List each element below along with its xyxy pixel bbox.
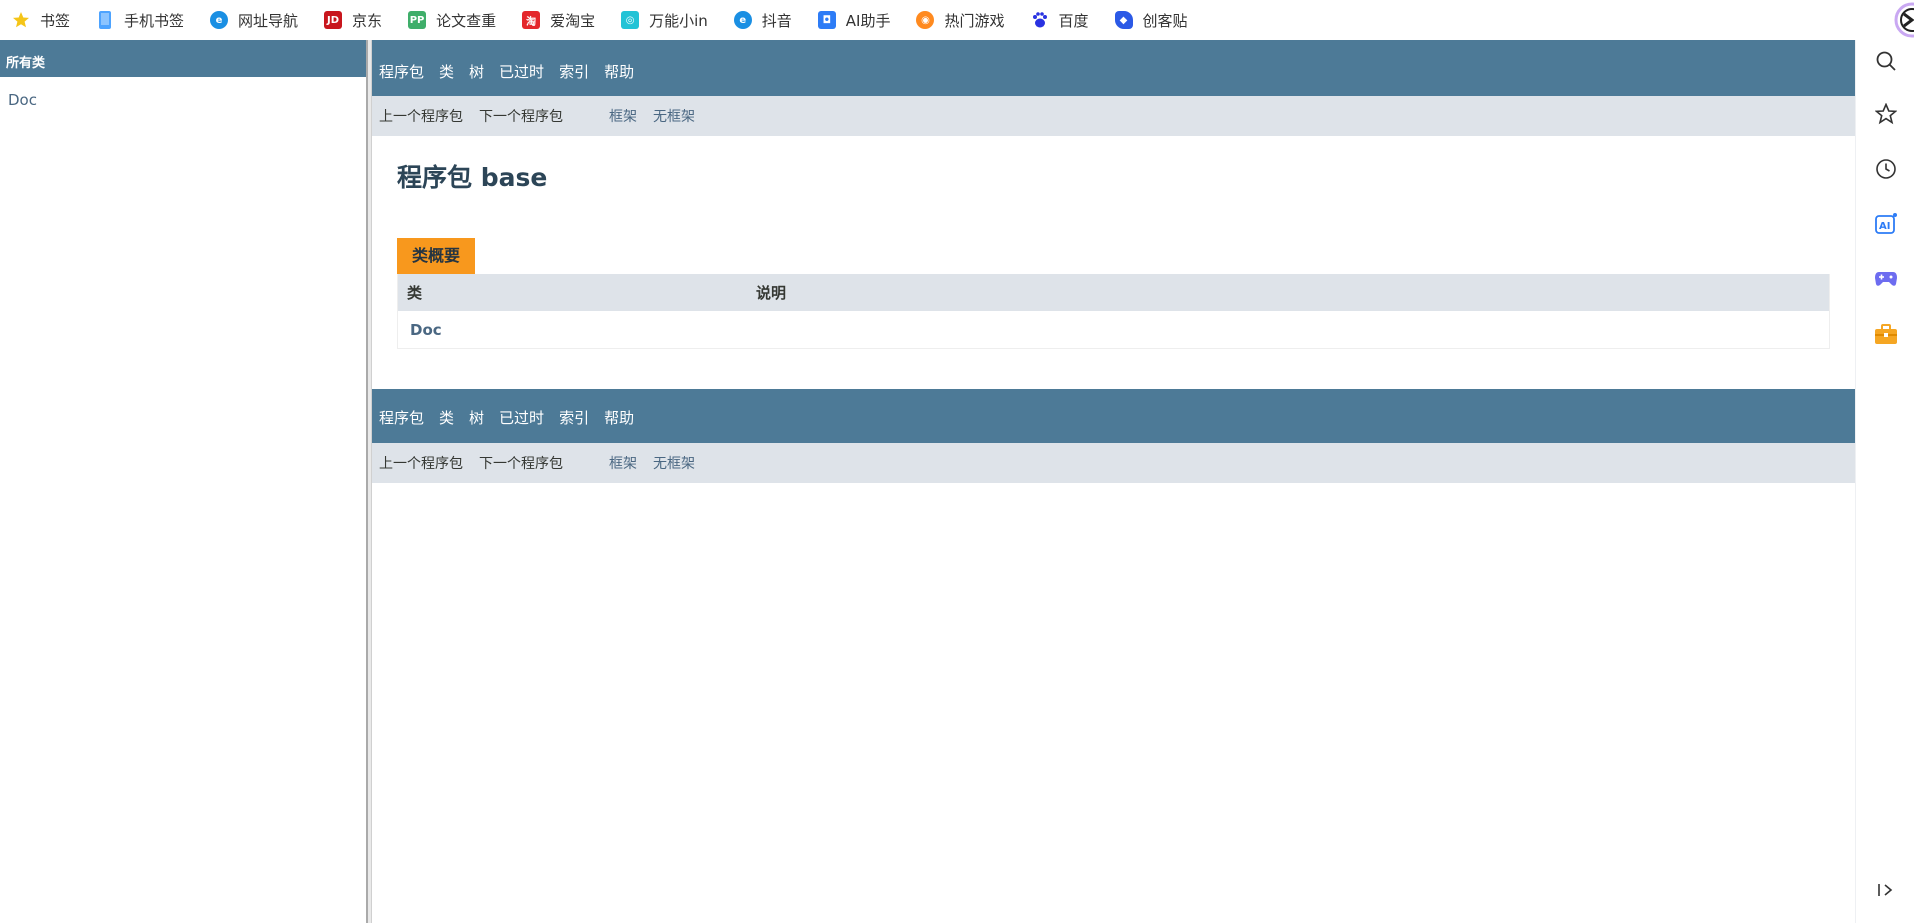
frames-link[interactable]: 框架 xyxy=(609,453,637,473)
history-clock-icon[interactable] xyxy=(1872,155,1900,183)
nav-class[interactable]: 类 xyxy=(439,407,454,428)
bottom-sub-navbar: 上一个程序包 下一个程序包 框架 无框架 xyxy=(372,443,1855,483)
star-icon xyxy=(12,11,30,29)
browser-e-icon: e xyxy=(210,11,229,29)
browser-e-icon: e xyxy=(733,11,752,29)
prev-package: 上一个程序包 xyxy=(379,109,463,125)
phone-icon xyxy=(96,11,114,29)
bookmark-label: 抖音 xyxy=(761,11,792,30)
baidu-paw-icon xyxy=(1031,11,1049,29)
nav-deprecated[interactable]: 已过时 xyxy=(499,407,544,428)
all-classes-frame: 所有类 Doc xyxy=(0,40,366,923)
bookmark-baidu[interactable]: 百度 xyxy=(1031,6,1089,34)
bookmark-label: 书签 xyxy=(40,11,71,30)
page-title: 程序包 base xyxy=(397,163,548,192)
class-summary: 类概要 类 说明 Doc xyxy=(397,238,1830,349)
bookmark-jd[interactable]: JD 京东 xyxy=(324,6,382,34)
nav-index[interactable]: 索引 xyxy=(559,407,589,428)
bookmark-label: 京东 xyxy=(352,11,383,30)
bookmark-label: 网址导航 xyxy=(238,11,299,30)
nav-help[interactable]: 帮助 xyxy=(604,61,634,82)
nav-help[interactable]: 帮助 xyxy=(604,407,634,428)
prev-package: 上一个程序包 xyxy=(379,456,463,472)
chuangkit-icon: ◆ xyxy=(1114,11,1133,29)
gamepad-icon[interactable] xyxy=(1872,265,1900,293)
no-frames-link[interactable]: 无框架 xyxy=(653,106,695,126)
browser-sidebar: AI xyxy=(1855,40,1914,923)
nav-package[interactable]: 程序包 xyxy=(379,61,424,82)
class-link-doc[interactable]: Doc xyxy=(398,321,756,339)
bookmark-plagiarism[interactable]: PP 论文查重 xyxy=(408,6,496,34)
nav-package[interactable]: 程序包 xyxy=(379,407,424,428)
bookmark-label: 万能小in xyxy=(649,11,708,30)
no-frames-link[interactable]: 无框架 xyxy=(653,453,695,473)
robot-icon: ◎ xyxy=(621,11,640,29)
bookmark-label: 爱淘宝 xyxy=(550,11,596,30)
class-summary-table: 类 说明 Doc xyxy=(397,274,1830,349)
top-navbar: 程序包 类 树 已过时 索引 帮助 xyxy=(372,40,1855,96)
expand-sidebar-icon[interactable] xyxy=(1872,876,1900,904)
bookmark-label: 百度 xyxy=(1058,11,1089,30)
svg-text:AI: AI xyxy=(1879,221,1890,232)
bookmark-chuangkit[interactable]: ◆ 创客贴 xyxy=(1114,6,1188,34)
frames-link[interactable]: 框架 xyxy=(609,106,637,126)
next-package: 下一个程序包 xyxy=(479,109,563,125)
bookmark-ai[interactable]: ◘ AI助手 xyxy=(817,6,891,34)
bookmark-nav[interactable]: e 网址导航 xyxy=(210,6,298,34)
nav-tree[interactable]: 树 xyxy=(469,61,484,82)
star-icon[interactable] xyxy=(1872,100,1900,128)
nav-tree[interactable]: 树 xyxy=(469,407,484,428)
bookmark-games[interactable]: ◉ 热门游戏 xyxy=(916,6,1005,34)
class-summary-caption: 类概要 xyxy=(397,238,476,274)
ai-icon[interactable]: AI xyxy=(1872,210,1900,238)
bookmark-taobao[interactable]: 淘 爱淘宝 xyxy=(522,6,595,34)
ai-assistant-icon: ◘ xyxy=(817,11,836,29)
table-row: Doc xyxy=(398,311,1829,348)
nav-index[interactable]: 索引 xyxy=(559,61,589,82)
nav-deprecated[interactable]: 已过时 xyxy=(499,61,544,82)
bookmark-label: 创客贴 xyxy=(1142,11,1188,30)
bookmark-bookmarks[interactable]: 书签 xyxy=(12,6,70,34)
bookmark-label: 热门游戏 xyxy=(944,11,1005,30)
column-header-class: 类 xyxy=(407,284,423,302)
bookmark-label: 手机书签 xyxy=(124,11,185,30)
bookmark-mobile[interactable]: 手机书签 xyxy=(96,6,184,34)
taobao-icon: 淘 xyxy=(522,11,541,29)
bookmark-wanneng[interactable]: ◎ 万能小in xyxy=(621,6,708,34)
all-classes-heading: 所有类 xyxy=(0,40,366,77)
search-icon[interactable] xyxy=(1872,47,1900,75)
bottom-navbar: 程序包 类 树 已过时 索引 帮助 xyxy=(372,389,1855,443)
jd-icon: JD xyxy=(324,11,343,29)
bookmark-label: AI助手 xyxy=(845,11,891,30)
column-header-description: 说明 xyxy=(756,284,787,302)
bookmarks-bar: 书签 手机书签 e 网址导航 JD 京东 PP 论文查重 淘 爱淘宝 ◎ 万能小… xyxy=(0,0,1914,40)
next-package: 下一个程序包 xyxy=(479,456,563,472)
sub-navbar: 上一个程序包 下一个程序包 框架 无框架 xyxy=(372,96,1855,136)
bookmark-label: 论文查重 xyxy=(436,11,497,30)
pp-icon: PP xyxy=(408,11,427,29)
game-icon: ◉ xyxy=(916,11,935,29)
toolbox-icon[interactable] xyxy=(1872,320,1900,348)
package-frame: 程序包 类 树 已过时 索引 帮助 上一个程序包 下一个程序包 框架 无框架 程… xyxy=(372,40,1855,923)
bookmark-douyin[interactable]: e 抖音 xyxy=(733,6,792,34)
nav-class[interactable]: 类 xyxy=(439,61,454,82)
bottom-nav: 程序包 类 树 已过时 索引 帮助 上一个程序包 下一个程序包 框架 无框架 xyxy=(372,389,1855,483)
table-header: 类 说明 xyxy=(398,274,1829,311)
browser-logo-icon[interactable] xyxy=(1888,0,1914,40)
class-link-doc[interactable]: Doc xyxy=(8,91,37,109)
